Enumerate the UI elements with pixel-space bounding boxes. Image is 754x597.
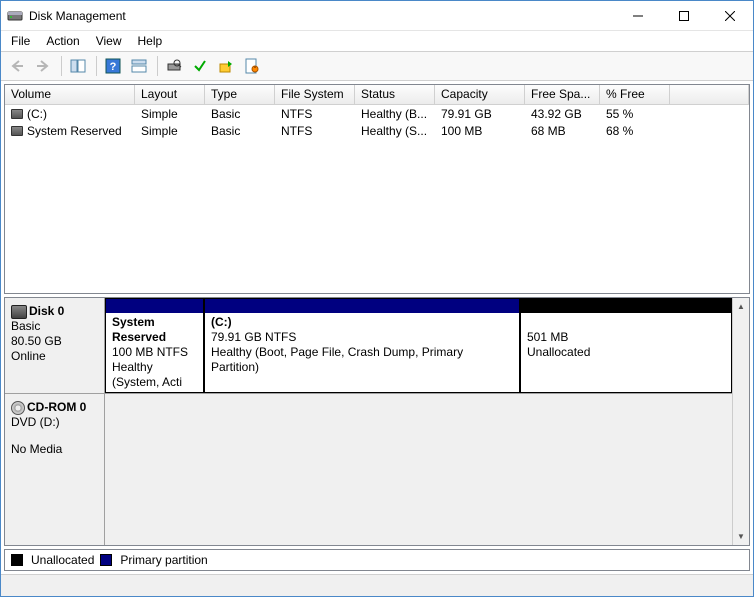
volume-list-header: Volume Layout Type File System Status Ca…: [5, 85, 749, 105]
toolbar-separator: [96, 56, 97, 76]
volume-name: System Reserved: [27, 124, 122, 138]
partition-stripe: [205, 299, 519, 313]
volume-row[interactable]: (C:) Simple Basic NTFS Healthy (B... 79.…: [5, 105, 749, 122]
help-button[interactable]: ?: [101, 54, 125, 78]
volume-list-panel: Volume Layout Type File System Status Ca…: [4, 84, 750, 294]
menubar: File Action View Help: [1, 31, 753, 51]
disk-graphical-panel: Disk 0 Basic 80.50 GB Online System Rese…: [4, 297, 750, 546]
volume-layout: Simple: [135, 124, 205, 138]
disk-label: CD-ROM 0: [27, 400, 86, 414]
disk-type: DVD (D:): [11, 415, 98, 430]
disk-type: Basic: [11, 319, 98, 334]
volume-status: Healthy (S...: [355, 124, 435, 138]
disk-label: Disk 0: [29, 304, 64, 318]
partition-stripe: [106, 299, 203, 313]
volume-free: 43.92 GB: [525, 107, 600, 121]
statusbar: [1, 574, 753, 596]
disk-icon: [11, 305, 27, 319]
vertical-scrollbar[interactable]: ▲ ▼: [732, 298, 749, 545]
col-pctfree[interactable]: % Free: [600, 85, 670, 104]
disk-partitions-empty: [105, 394, 732, 545]
partition-status: Healthy (System, Acti: [112, 360, 197, 390]
partition[interactable]: System Reserved 100 MB NTFS Healthy (Sys…: [105, 298, 204, 393]
toolbar-separator: [157, 56, 158, 76]
disk-status: Online: [11, 349, 98, 364]
volume-layout: Simple: [135, 107, 205, 121]
partition-size: 79.91 GB NTFS: [211, 330, 513, 345]
volume-fs: NTFS: [275, 107, 355, 121]
window-title: Disk Management: [29, 9, 615, 23]
maximize-button[interactable]: [661, 1, 707, 31]
disk-partitions: System Reserved 100 MB NTFS Healthy (Sys…: [105, 298, 732, 393]
col-capacity[interactable]: Capacity: [435, 85, 525, 104]
cdrom-icon: [11, 401, 25, 415]
content-area: Volume Layout Type File System Status Ca…: [1, 81, 753, 574]
titlebar: Disk Management: [1, 1, 753, 31]
col-status[interactable]: Status: [355, 85, 435, 104]
volume-type: Basic: [205, 107, 275, 121]
col-filesystem[interactable]: File System: [275, 85, 355, 104]
volume-capacity: 100 MB: [435, 124, 525, 138]
drive-icon: [11, 126, 23, 136]
menu-action[interactable]: Action: [40, 32, 85, 50]
disk-info[interactable]: Disk 0 Basic 80.50 GB Online: [5, 298, 105, 393]
volume-pct: 68 %: [600, 124, 670, 138]
volume-row[interactable]: System Reserved Simple Basic NTFS Health…: [5, 122, 749, 139]
partition-status: Healthy (Boot, Page File, Crash Dump, Pr…: [211, 345, 513, 375]
col-type[interactable]: Type: [205, 85, 275, 104]
volume-pct: 55 %: [600, 107, 670, 121]
partition-name: System Reserved: [112, 315, 197, 345]
volume-type: Basic: [205, 124, 275, 138]
action-checkmark-button[interactable]: [188, 54, 212, 78]
properties-button[interactable]: [240, 54, 264, 78]
forward-button[interactable]: [31, 54, 55, 78]
volume-free: 68 MB: [525, 124, 600, 138]
scroll-down-button[interactable]: ▼: [733, 528, 749, 545]
legend-swatch-unallocated: [11, 554, 23, 566]
volume-status: Healthy (B...: [355, 107, 435, 121]
legend-swatch-primary: [100, 554, 112, 566]
action-arrow-button[interactable]: [214, 54, 238, 78]
disk-info[interactable]: CD-ROM 0 DVD (D:) No Media: [5, 394, 105, 545]
show-hide-console-button[interactable]: [66, 54, 90, 78]
scroll-track[interactable]: [733, 315, 749, 528]
volume-capacity: 79.91 GB: [435, 107, 525, 121]
toolbar-separator: [61, 56, 62, 76]
partition-size: 501 MB: [527, 330, 725, 345]
menu-file[interactable]: File: [5, 32, 36, 50]
disk-row: CD-ROM 0 DVD (D:) No Media: [5, 394, 732, 545]
volume-fs: NTFS: [275, 124, 355, 138]
partition-stripe: [521, 299, 731, 313]
close-button[interactable]: [707, 1, 753, 31]
partition-name: (C:): [211, 315, 513, 330]
col-freespace[interactable]: Free Spa...: [525, 85, 600, 104]
legend-primary: Primary partition: [120, 553, 207, 567]
partition[interactable]: (C:) 79.91 GB NTFS Healthy (Boot, Page F…: [204, 298, 520, 393]
col-layout[interactable]: Layout: [135, 85, 205, 104]
disk-status: No Media: [11, 442, 98, 457]
col-volume[interactable]: Volume: [5, 85, 135, 104]
partition-status: Unallocated: [527, 345, 725, 360]
disk-size: 80.50 GB: [11, 334, 98, 349]
settings-view-button[interactable]: [127, 54, 151, 78]
app-icon: [7, 8, 23, 24]
legend-unallocated: Unallocated: [31, 553, 94, 567]
toolbar: ?: [1, 51, 753, 81]
menu-help[interactable]: Help: [132, 32, 169, 50]
svg-text:?: ?: [110, 61, 117, 73]
volume-name: (C:): [27, 107, 47, 121]
refresh-button[interactable]: [162, 54, 186, 78]
col-spacer: [670, 85, 749, 104]
back-button[interactable]: [5, 54, 29, 78]
menu-view[interactable]: View: [90, 32, 128, 50]
disk-row: Disk 0 Basic 80.50 GB Online System Rese…: [5, 298, 732, 394]
scroll-up-button[interactable]: ▲: [733, 298, 749, 315]
minimize-button[interactable]: [615, 1, 661, 31]
legend: Unallocated Primary partition: [4, 549, 750, 571]
partition-size: 100 MB NTFS: [112, 345, 197, 360]
partition-unallocated[interactable]: 501 MB Unallocated: [520, 298, 732, 393]
drive-icon: [11, 109, 23, 119]
